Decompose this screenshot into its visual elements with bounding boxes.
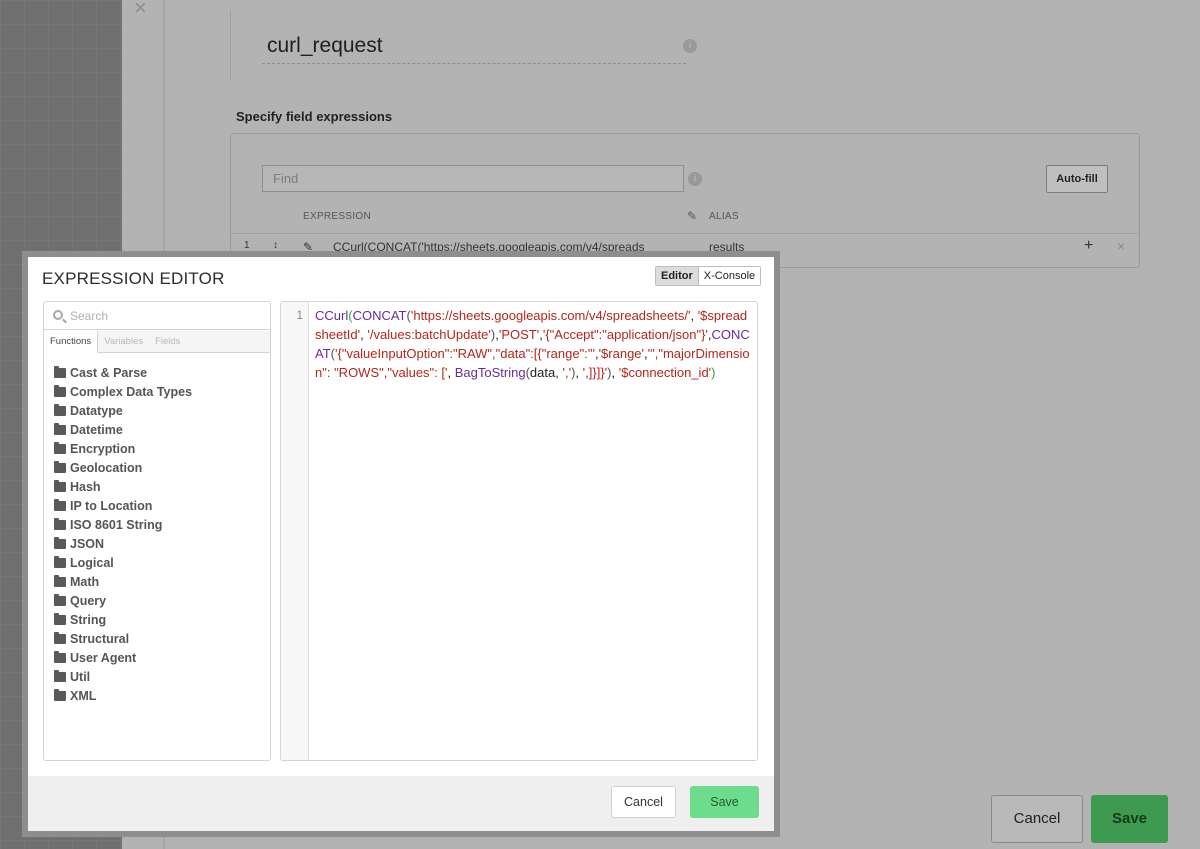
category-item[interactable]: Structural bbox=[54, 629, 192, 648]
expression-code[interactable]: CCurl(CONCAT('https://sheets.googleapis.… bbox=[315, 306, 753, 382]
category-label: IP to Location bbox=[70, 498, 153, 513]
folder-icon bbox=[54, 650, 66, 663]
folder-icon bbox=[54, 517, 66, 530]
category-label: String bbox=[70, 612, 107, 627]
modal-title: EXPRESSION EDITOR bbox=[42, 269, 225, 288]
modal-save-button[interactable]: Save bbox=[690, 786, 759, 818]
category-item[interactable]: Datetime bbox=[54, 420, 192, 439]
folder-icon bbox=[54, 403, 66, 416]
folder-icon bbox=[54, 384, 66, 397]
panel-cancel-button[interactable]: Cancel bbox=[991, 795, 1083, 843]
category-item[interactable]: Geolocation bbox=[54, 458, 192, 477]
panel-save-button[interactable]: Save bbox=[1091, 795, 1168, 843]
category-label: JSON bbox=[70, 536, 105, 551]
find-info-icon[interactable]: i bbox=[688, 172, 702, 186]
category-label: Structural bbox=[70, 631, 130, 646]
category-item[interactable]: XML bbox=[54, 686, 192, 705]
search-icon bbox=[53, 310, 63, 320]
wand-icon[interactable]: ✎ bbox=[687, 209, 697, 223]
info-icon[interactable]: i bbox=[683, 39, 697, 53]
drag-handle-icon[interactable]: ↕ bbox=[273, 240, 278, 251]
category-item[interactable]: Hash bbox=[54, 477, 192, 496]
function-search-input[interactable]: Search bbox=[44, 302, 270, 330]
category-item[interactable]: Util bbox=[54, 667, 192, 686]
category-label: Math bbox=[70, 574, 100, 589]
search-placeholder: Search bbox=[70, 309, 109, 323]
expression-editor-modal: EXPRESSION EDITOR Editor X-Console Searc… bbox=[22, 251, 780, 837]
close-panel-icon[interactable]: × bbox=[134, 0, 152, 19]
folder-icon bbox=[54, 574, 66, 587]
category-item[interactable]: String bbox=[54, 610, 192, 629]
editor-mode-tab[interactable]: Editor bbox=[656, 267, 699, 285]
folder-icon bbox=[54, 669, 66, 682]
title-accent-line bbox=[230, 10, 231, 80]
folder-icon bbox=[54, 536, 66, 549]
row-number: 1 bbox=[244, 240, 250, 251]
remove-row-icon[interactable]: × bbox=[1117, 238, 1125, 254]
node-name-title[interactable]: curl_request bbox=[267, 34, 383, 58]
line-number: 1 bbox=[296, 308, 303, 322]
category-item[interactable]: User Agent bbox=[54, 648, 192, 667]
add-row-icon[interactable]: + bbox=[1084, 237, 1093, 255]
category-label: Complex Data Types bbox=[70, 384, 193, 399]
folder-icon bbox=[54, 555, 66, 568]
category-label: Geolocation bbox=[70, 460, 143, 475]
category-label: Logical bbox=[70, 555, 114, 570]
x-console-mode-tab[interactable]: X-Console bbox=[699, 267, 760, 285]
node-name-underline bbox=[262, 63, 686, 64]
folder-icon bbox=[54, 441, 66, 454]
category-label: Util bbox=[70, 669, 91, 684]
folder-icon bbox=[54, 593, 66, 606]
folder-icon bbox=[54, 498, 66, 511]
modal-footer: Cancel Save bbox=[28, 776, 774, 831]
category-item[interactable]: Math bbox=[54, 572, 192, 591]
category-label: XML bbox=[70, 688, 97, 703]
category-item[interactable]: Datatype bbox=[54, 401, 192, 420]
folder-icon bbox=[54, 612, 66, 625]
line-number-gutter: 1 bbox=[281, 302, 309, 760]
folder-icon bbox=[54, 365, 66, 378]
find-input[interactable]: Find bbox=[262, 165, 684, 192]
category-item[interactable]: Cast & Parse bbox=[54, 363, 192, 382]
category-label: Datetime bbox=[70, 422, 123, 437]
category-item[interactable]: Complex Data Types bbox=[54, 382, 192, 401]
category-item[interactable]: IP to Location bbox=[54, 496, 192, 515]
tab-fields[interactable]: Fields bbox=[149, 331, 186, 352]
category-item[interactable]: ISO 8601 String bbox=[54, 515, 192, 534]
folder-icon bbox=[54, 460, 66, 473]
row-divider bbox=[231, 233, 1139, 234]
modal-cancel-button[interactable]: Cancel bbox=[611, 786, 676, 818]
alias-column-header: ALIAS bbox=[709, 211, 739, 222]
category-label: Query bbox=[70, 593, 107, 608]
category-item[interactable]: Logical bbox=[54, 553, 192, 572]
category-item[interactable]: Query bbox=[54, 591, 192, 610]
category-label: Hash bbox=[70, 479, 101, 494]
browser-tabs: Functions Variables Fields bbox=[44, 331, 270, 353]
code-editor[interactable]: 1 CCurl(CONCAT('https://sheets.googleapi… bbox=[280, 301, 758, 761]
category-label: ISO 8601 String bbox=[70, 517, 163, 532]
category-label: Cast & Parse bbox=[70, 365, 148, 380]
category-label: Encryption bbox=[70, 441, 136, 456]
category-label: User Agent bbox=[70, 650, 137, 665]
category-item[interactable]: Encryption bbox=[54, 439, 192, 458]
function-browser: Search Functions Variables Fields Cast &… bbox=[43, 301, 271, 761]
folder-icon bbox=[54, 631, 66, 644]
category-label: Datatype bbox=[70, 403, 123, 418]
folder-icon bbox=[54, 479, 66, 492]
expression-column-header: EXPRESSION bbox=[303, 211, 372, 222]
section-label: Specify field expressions bbox=[236, 109, 393, 124]
folder-icon bbox=[54, 422, 66, 435]
function-category-list: Cast & Parse Complex Data Types Datatype Da… bbox=[54, 363, 192, 705]
tab-functions[interactable]: Functions bbox=[44, 331, 99, 353]
category-item[interactable]: JSON bbox=[54, 534, 192, 553]
auto-fill-button[interactable]: Auto-fill bbox=[1046, 165, 1108, 193]
mode-toggle: Editor X-Console bbox=[655, 266, 762, 286]
folder-icon bbox=[54, 688, 66, 701]
tab-variables[interactable]: Variables bbox=[98, 331, 149, 352]
